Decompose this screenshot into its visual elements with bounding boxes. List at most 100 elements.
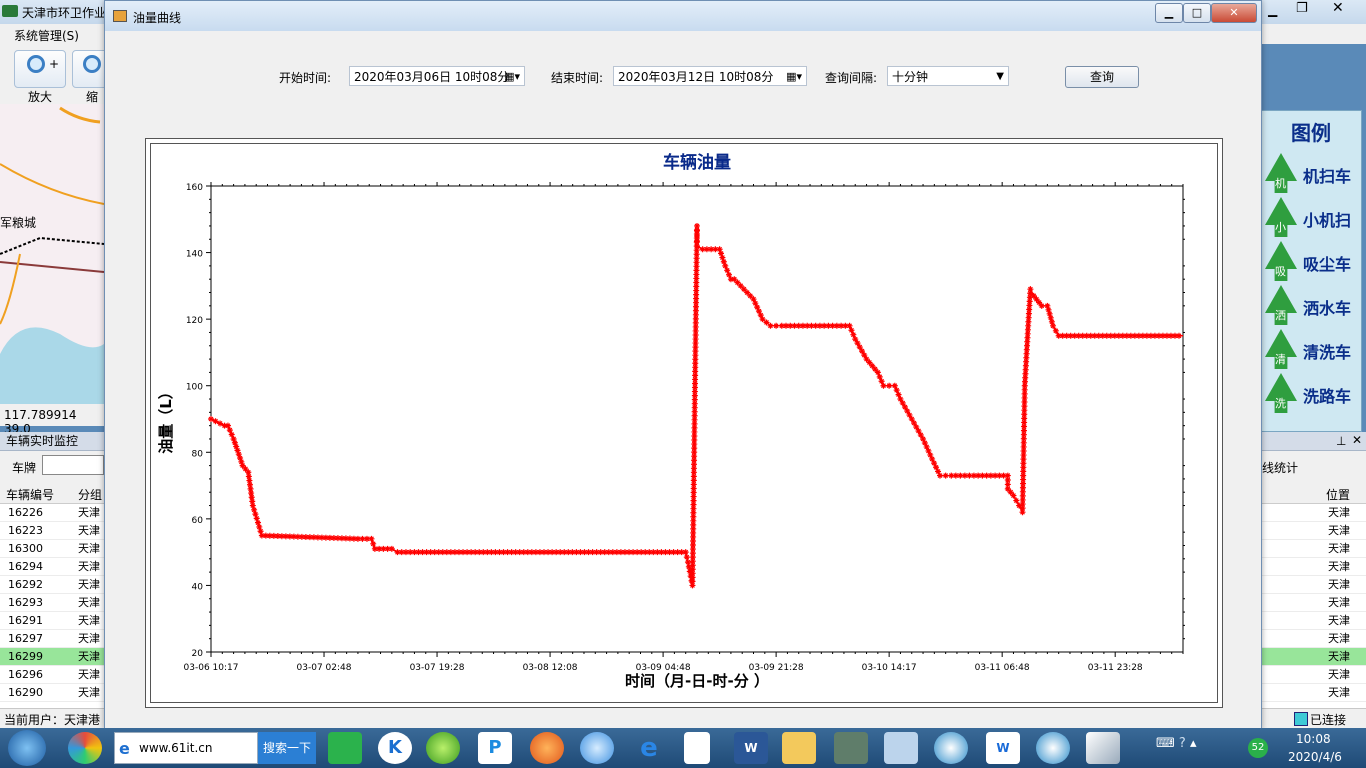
vehicle-group: 天津 [78, 686, 100, 699]
close-icon[interactable]: ✕ [1352, 433, 1362, 447]
table-row[interactable]: 16223 天津 [0, 522, 104, 540]
monitor-app-icon[interactable] [834, 732, 868, 764]
bg-restore-icon[interactable]: ❐ [1296, 1, 1308, 16]
document-icon[interactable] [684, 732, 710, 764]
browser-green-icon[interactable] [426, 732, 460, 764]
legend-item: 小 小机扫 [1265, 197, 1361, 237]
table-row[interactable]: 16299 天津 [0, 648, 104, 666]
search-button[interactable]: 搜索一下 [258, 732, 316, 764]
vehicle-position: 天津 [1328, 560, 1350, 573]
eye-app-icon[interactable] [934, 732, 968, 764]
calendar-icon[interactable]: ▦▾ [786, 67, 802, 87]
bg-close-icon[interactable]: ✕ [1332, 0, 1344, 16]
vehicle-id: 16300 [8, 542, 43, 555]
help-icon[interactable]: ? [1179, 736, 1186, 751]
start-button[interactable] [8, 730, 46, 766]
monitor-header: 车辆实时监控 [0, 432, 104, 451]
vehicle-id: 16294 [8, 560, 43, 573]
right-panel-header: ⊥ ✕ [1262, 432, 1366, 451]
end-time-picker[interactable]: 2020年03月12日 10时08分 ▦▾ [613, 66, 807, 86]
y-tick-label: 20 [192, 649, 204, 659]
vehicle-group: 天津 [78, 650, 100, 663]
table-row[interactable]: 天津 [1262, 666, 1366, 684]
map-view[interactable]: 军粮城 [0, 104, 104, 404]
network-icon[interactable]: ▴ [1190, 736, 1197, 751]
qq-browser-icon[interactable] [580, 732, 614, 764]
close-button[interactable]: ✕ [1211, 3, 1257, 23]
table-row[interactable]: 16296 天津 [0, 666, 104, 684]
zoom-in-button[interactable]: + [14, 50, 66, 88]
maximize-button[interactable]: □ [1183, 3, 1211, 23]
table-row[interactable]: 天津 [1262, 594, 1366, 612]
right-panel: ⊥ ✕ 线统计 位置 天津 天津 天津 天津 天津 天津 天津 天津 天津 天津 天津 [1262, 432, 1366, 708]
interval-label: 查询间隔: [825, 71, 878, 85]
x-tick-label: 03-09 21:28 [749, 663, 804, 673]
table-row[interactable]: 天津 [1262, 630, 1366, 648]
table-row[interactable]: 16292 天津 [0, 576, 104, 594]
wps-icon[interactable]: W [986, 732, 1020, 764]
chevron-down-icon[interactable]: ▼ [996, 67, 1004, 87]
minimize-button[interactable]: ▁ [1155, 3, 1183, 23]
plate-input[interactable] [42, 455, 104, 475]
clock-date[interactable]: 2020/4/6 [1288, 750, 1342, 764]
table-row[interactable]: 16291 天津 [0, 612, 104, 630]
legend-item: 清 清洗车 [1265, 329, 1361, 369]
vehicle-position: 天津 [1328, 596, 1350, 609]
k-app-icon[interactable]: K [378, 732, 412, 764]
tray-badge[interactable]: 52 [1248, 738, 1268, 758]
word-icon[interactable]: W [734, 732, 768, 764]
table-row[interactable]: 天津 [1262, 648, 1366, 666]
table-row[interactable]: 天津 [1262, 504, 1366, 522]
table-row[interactable]: 天津 [1262, 612, 1366, 630]
road-line [59, 106, 101, 124]
settings-app-icon[interactable] [884, 732, 918, 764]
col-group[interactable]: 分组 [78, 486, 102, 503]
eye-app-icon-2[interactable] [1036, 732, 1070, 764]
table-row[interactable]: 16293 天津 [0, 594, 104, 612]
calendar-icon[interactable]: ▦▾ [504, 67, 520, 87]
start-time-picker[interactable]: 2020年03月06日 10时08分 ▦▾ [349, 66, 525, 86]
table-row[interactable]: 16226 天津 [0, 504, 104, 522]
p-app-icon[interactable]: P [478, 732, 512, 764]
folder-icon[interactable] [782, 732, 816, 764]
bg-minimize-icon[interactable]: ▁ [1268, 3, 1277, 17]
chart-frame: 车辆油量 时间（月-日-时-分 ） 油量（L） 20 40 60 80 100 120 140 16… [145, 138, 1223, 708]
vehicle-position: 天津 [1328, 524, 1350, 537]
table-row[interactable]: 天津 [1262, 576, 1366, 594]
vehicle-id: 16223 [8, 524, 43, 537]
legend-item-label: 洒水车 [1303, 299, 1352, 318]
ie-browser-icon[interactable]: e [632, 732, 666, 764]
green-app-icon[interactable] [328, 732, 362, 764]
table-row[interactable]: 天津 [1262, 558, 1366, 576]
vehicle-group: 天津 [78, 596, 100, 609]
table-row[interactable]: 16290 天津 [0, 684, 104, 702]
orange-app-icon[interactable] [530, 732, 564, 764]
table-row[interactable]: 16300 天津 [0, 540, 104, 558]
table-row[interactable]: 天津 [1262, 684, 1366, 702]
map-canvas [0, 106, 104, 404]
vehicle-position: 天津 [1328, 506, 1350, 519]
query-button[interactable]: 查询 [1065, 66, 1139, 88]
keyboard-icon[interactable]: ⌨ [1156, 736, 1175, 751]
table-row[interactable]: 16297 天津 [0, 630, 104, 648]
table-row[interactable]: 天津 [1262, 522, 1366, 540]
col-position[interactable]: 位置 [1326, 486, 1350, 503]
col-vehicle-id[interactable]: 车辆编号 [6, 486, 54, 503]
table-row[interactable]: 16294 天津 [0, 558, 104, 576]
vehicle-id: 16226 [8, 506, 43, 519]
y-axis-label: 油量（L） [157, 384, 175, 454]
app-icon-colorful[interactable] [68, 732, 102, 764]
address-box[interactable]: e www.61it.cn [114, 732, 258, 764]
end-time-value: 2020年03月12日 10时08分 [618, 70, 774, 84]
vehicle-position: 天津 [1328, 686, 1350, 699]
pin-icon[interactable]: ⊥ [1336, 434, 1346, 448]
x-tick-label: 03-11 23:28 [1088, 663, 1143, 673]
tab-line-stats[interactable]: 线统计 [1262, 459, 1298, 476]
pen-app-icon[interactable] [1086, 732, 1120, 764]
table-row[interactable]: 天津 [1262, 540, 1366, 558]
menu-system[interactable]: 系统管理(S) [14, 27, 79, 44]
clock-time[interactable]: 10:08 [1296, 732, 1331, 746]
interval-select[interactable]: 十分钟 ▼ [887, 66, 1009, 86]
vehicle-id: 16290 [8, 686, 43, 699]
zoom-out-label: 缩 [86, 90, 99, 104]
